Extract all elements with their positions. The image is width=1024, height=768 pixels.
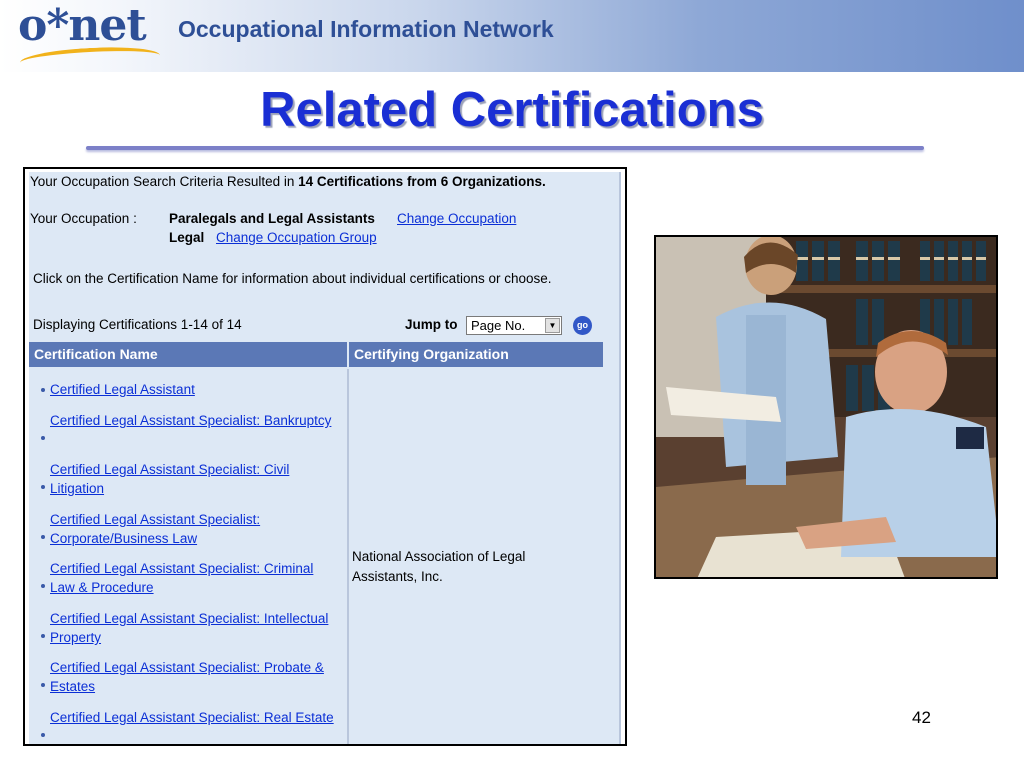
bullet-icon — [41, 733, 45, 737]
photo-illustration — [656, 237, 996, 577]
search-results-panel: Your Occupation Search Criteria Resulted… — [23, 167, 627, 746]
jump-to-label: Jump to — [405, 317, 458, 332]
organization-cell: National Association of Legal Assistants… — [352, 549, 526, 584]
col-certification-name: Certification Name — [29, 342, 347, 367]
bullet-icon — [41, 584, 45, 588]
bullet-icon — [41, 388, 45, 392]
certification-link[interactable]: Certified Legal Assistant Specialist: Re… — [50, 708, 341, 727]
photo-legal-staff — [654, 235, 998, 579]
certification-link[interactable]: Certified Legal Assistant Specialist: In… — [50, 609, 341, 647]
slide-title: Related Certifications — [260, 83, 764, 137]
certification-item: Certified Legal Assistant Specialist: Cr… — [41, 559, 341, 597]
occupation-value: Paralegals and Legal Assistants — [169, 211, 375, 226]
occupation-label: Your Occupation : — [30, 211, 137, 226]
onet-logo: o*net — [18, 0, 147, 51]
change-occupation-link[interactable]: Change Occupation — [397, 211, 516, 226]
certification-link[interactable]: Certified Legal Assistant Specialist: Cr… — [50, 559, 341, 597]
occupation-group-value: Legal — [169, 230, 205, 245]
change-occupation-group-link[interactable]: Change Occupation Group — [216, 230, 377, 245]
displaying-count: Displaying Certifications 1-14 of 14 — [33, 317, 242, 332]
bullet-icon — [41, 634, 45, 638]
certification-item: Certified Legal Assistant Specialist: Re… — [41, 708, 341, 737]
column-divider — [347, 369, 349, 744]
network-name: Occupational Information Network — [178, 16, 554, 42]
search-summary: Your Occupation Search Criteria Resulted… — [30, 174, 546, 189]
certification-item: Certified Legal Assistant Specialist: Co… — [41, 510, 341, 548]
bullet-icon — [41, 436, 45, 440]
certification-item: Certified Legal Assistant Specialist: Pr… — [41, 658, 341, 696]
table-header: Certification Name Certifying Organizati… — [29, 342, 603, 367]
col-certifying-organization: Certifying Organization — [349, 342, 603, 367]
certification-link[interactable]: Certified Legal Assistant Specialist: Co… — [50, 510, 341, 548]
certification-link[interactable]: Certified Legal Assistant Specialist: Pr… — [50, 658, 341, 696]
panel-content: Your Occupation Search Criteria Resulted… — [29, 172, 621, 744]
certification-item: Certified Legal Assistant Specialist: Ci… — [41, 460, 341, 498]
certification-link[interactable]: Certified Legal Assistant Specialist: Ci… — [50, 460, 341, 498]
title-divider — [86, 146, 924, 150]
certification-link[interactable]: Certified Legal Assistant Specialist: Ba… — [50, 411, 341, 430]
go-button[interactable]: go — [573, 316, 592, 335]
bullet-icon — [41, 485, 45, 489]
page-select-value: Page No. — [471, 318, 526, 333]
certification-link[interactable]: Certified Legal Assistant — [50, 380, 341, 399]
certification-item: Certified Legal Assistant Specialist: Ba… — [41, 411, 341, 440]
page-number: 42 — [912, 708, 931, 727]
bullet-icon — [41, 535, 45, 539]
certification-item: Certified Legal Assistant Specialist: In… — [41, 609, 341, 647]
header-banner: o*net Occupational Information Network — [0, 0, 1024, 74]
certification-item: Certified Legal Assistant — [41, 380, 341, 399]
instruction-text: Click on the Certification Name for info… — [33, 271, 552, 286]
chevron-down-icon[interactable]: ▼ — [545, 318, 560, 333]
bullet-icon — [41, 683, 45, 687]
page-select[interactable]: Page No. ▼ — [466, 316, 562, 335]
